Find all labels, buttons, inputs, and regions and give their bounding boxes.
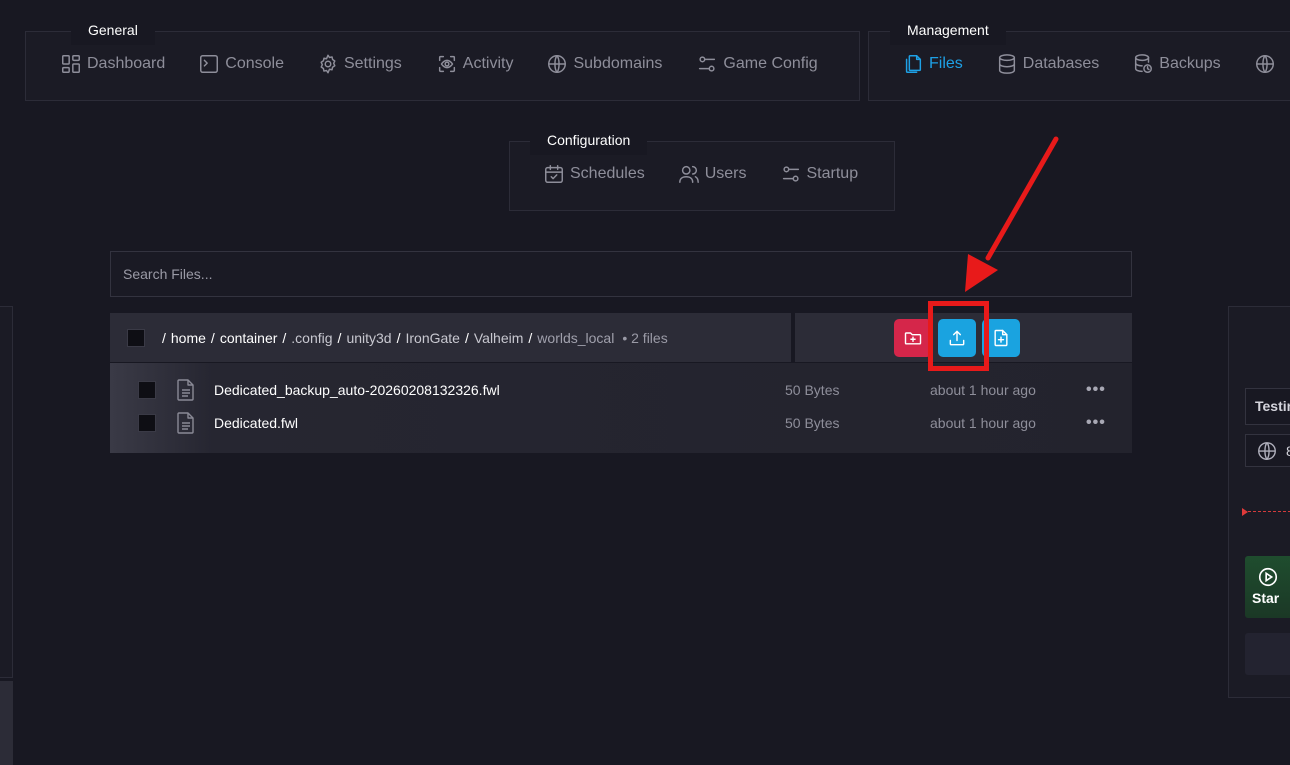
new-folder-button[interactable] bbox=[894, 319, 932, 357]
file-modified: about 1 hour ago bbox=[930, 381, 1036, 398]
file-actions-bar bbox=[795, 313, 1132, 362]
backup-database-icon bbox=[1135, 54, 1153, 73]
new-file-icon bbox=[994, 329, 1008, 347]
tab-subdomains[interactable]: Subdomains bbox=[546, 53, 662, 75]
file-icon bbox=[176, 378, 196, 401]
tab-startup[interactable]: Startup bbox=[780, 163, 859, 185]
server-name-field[interactable]: Testin bbox=[1245, 388, 1290, 425]
select-all-checkbox[interactable] bbox=[127, 328, 145, 347]
globe-icon bbox=[1255, 55, 1274, 73]
file-size: 50 Bytes bbox=[785, 414, 840, 431]
tab-dashboard[interactable]: Dashboard bbox=[60, 53, 165, 75]
breadcrumb-home[interactable]: home bbox=[171, 330, 206, 346]
more-options-icon[interactable]: ••• bbox=[1086, 414, 1106, 432]
breadcrumb-bar: / home / container / .config / unity3d /… bbox=[110, 313, 791, 362]
status-marker bbox=[1242, 508, 1248, 516]
tab-settings[interactable]: Settings bbox=[317, 53, 402, 75]
breadcrumb-separator: / bbox=[464, 329, 469, 346]
new-folder-icon bbox=[904, 332, 922, 345]
upload-button[interactable] bbox=[938, 319, 976, 357]
search-input[interactable]: Search Files... bbox=[110, 251, 1132, 297]
gear-icon bbox=[320, 54, 336, 74]
server-info-panel: Testin 8 Star bbox=[1228, 306, 1290, 698]
breadcrumb-config[interactable]: .config bbox=[291, 330, 332, 346]
breadcrumb-irongate[interactable]: IronGate bbox=[405, 330, 459, 346]
terminal-icon bbox=[200, 55, 219, 73]
database-icon bbox=[998, 54, 1015, 74]
file-count: • 2 files bbox=[622, 329, 668, 346]
sliders-icon bbox=[782, 166, 799, 182]
file-icon bbox=[176, 411, 196, 434]
eye-scan-icon bbox=[438, 55, 455, 73]
breadcrumb-separator: / bbox=[282, 329, 287, 346]
sliders-icon bbox=[699, 56, 716, 72]
upload-icon bbox=[949, 330, 965, 346]
breadcrumb-container[interactable]: container bbox=[220, 330, 278, 346]
breadcrumb-current: worlds_local bbox=[537, 329, 615, 346]
breadcrumb-separator: / bbox=[162, 329, 166, 346]
tab-network[interactable] bbox=[1254, 53, 1281, 75]
tab-databases[interactable]: Databases bbox=[996, 53, 1100, 75]
more-options-icon[interactable]: ••• bbox=[1086, 381, 1106, 399]
nav-group-title: Management bbox=[890, 15, 1006, 45]
left-side-panel-lower bbox=[0, 681, 13, 765]
play-icon bbox=[1258, 567, 1278, 587]
users-icon bbox=[678, 165, 699, 183]
tab-label: Activity bbox=[462, 55, 514, 72]
tab-label: Startup bbox=[806, 165, 859, 182]
file-size: 50 Bytes bbox=[785, 381, 840, 398]
nav-group-title: Configuration bbox=[530, 125, 648, 155]
breadcrumb-separator: / bbox=[210, 329, 215, 346]
tab-label: Databases bbox=[1022, 55, 1100, 72]
files-icon bbox=[905, 55, 922, 73]
tab-label: Dashboard bbox=[87, 55, 166, 72]
breadcrumb-separator: / bbox=[396, 329, 401, 346]
search-placeholder: Search Files... bbox=[123, 266, 213, 282]
file-modified: about 1 hour ago bbox=[930, 414, 1036, 431]
file-name[interactable]: Dedicated.fwl bbox=[214, 415, 298, 431]
breadcrumb-separator: / bbox=[528, 329, 533, 346]
tab-console[interactable]: Console bbox=[198, 53, 284, 75]
status-line bbox=[1243, 511, 1290, 512]
breadcrumb: / home / container / .config / unity3d /… bbox=[162, 330, 668, 346]
file-checkbox[interactable] bbox=[138, 380, 156, 399]
server-address: 8 bbox=[1286, 443, 1290, 459]
left-side-panel bbox=[0, 306, 13, 678]
file-checkbox[interactable] bbox=[138, 413, 156, 432]
tab-users[interactable]: Users bbox=[678, 163, 747, 185]
tab-label: Subdomains bbox=[573, 55, 663, 72]
file-name[interactable]: Dedicated_backup_auto-20260208132326.fwl bbox=[214, 382, 500, 398]
tab-label: Game Config bbox=[723, 55, 818, 72]
tab-backups[interactable]: Backups bbox=[1132, 53, 1221, 75]
globe-icon bbox=[548, 55, 567, 73]
globe-icon bbox=[1258, 441, 1276, 460]
breadcrumb-valheim[interactable]: Valheim bbox=[474, 330, 524, 346]
tab-files[interactable]: Files bbox=[902, 53, 963, 75]
file-list: Dedicated_backup_auto-20260208132326.fwl… bbox=[110, 363, 1132, 453]
server-address-field[interactable]: 8 bbox=[1245, 434, 1290, 467]
tab-label: Users bbox=[704, 165, 747, 182]
tab-schedules[interactable]: Schedules bbox=[543, 163, 645, 185]
start-label: Star bbox=[1252, 590, 1280, 606]
tab-activity[interactable]: Activity bbox=[436, 53, 514, 75]
file-row[interactable]: Dedicated_backup_auto-20260208132326.fwl… bbox=[110, 373, 1132, 406]
tab-label: Files bbox=[929, 55, 963, 72]
new-file-button[interactable] bbox=[982, 319, 1020, 357]
nav-group-title: General bbox=[71, 15, 155, 45]
dashboard-icon bbox=[62, 55, 80, 73]
tab-label: Settings bbox=[343, 55, 402, 72]
nav-group-configuration: Configuration Schedules Users Startup bbox=[509, 125, 895, 211]
file-row[interactable]: Dedicated.fwl 50 Bytes about 1 hour ago … bbox=[110, 406, 1132, 439]
calendar-check-icon bbox=[545, 165, 563, 183]
nav-group-management: Management Files Databases Backups bbox=[868, 15, 1290, 101]
tab-label: Console bbox=[225, 55, 284, 72]
breadcrumb-unity3d[interactable]: unity3d bbox=[346, 330, 391, 346]
breadcrumb-separator: / bbox=[337, 329, 342, 346]
panel-secondary-button[interactable] bbox=[1245, 633, 1290, 675]
tab-label: Backups bbox=[1159, 55, 1221, 72]
tab-game-config[interactable]: Game Config bbox=[696, 53, 818, 75]
nav-group-general: General Dashboard Console Settings Activ… bbox=[25, 15, 860, 101]
start-button[interactable]: Star bbox=[1245, 556, 1290, 618]
tab-label: Schedules bbox=[570, 165, 645, 182]
